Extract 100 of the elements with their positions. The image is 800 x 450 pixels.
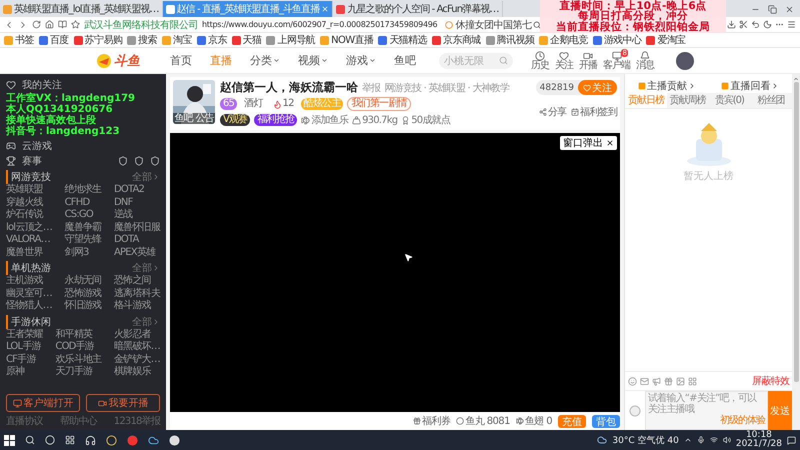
category-link[interactable]: 天刀手游 [55, 366, 102, 378]
mic-icon[interactable] [696, 436, 705, 444]
notification-icon[interactable] [787, 436, 796, 444]
category-link[interactable]: 和平精英 [55, 328, 102, 341]
home-icon[interactable] [45, 20, 54, 29]
panel-link[interactable]: 主播贡献 [638, 78, 696, 93]
browser-tab[interactable]: 九星之歌的个人空间 - AcFun弹幕视… [333, 1, 503, 17]
close-icon[interactable] [606, 139, 614, 147]
category-link[interactable]: 永劫无间 [64, 275, 102, 288]
team-logo-icon[interactable] [150, 156, 160, 166]
volume-icon[interactable] [722, 436, 731, 444]
reload-icon[interactable] [32, 20, 41, 29]
bookmark[interactable]: 搜索 [127, 33, 158, 47]
rank-tab[interactable]: 贡献日榜 [625, 93, 667, 108]
undo-icon[interactable] [751, 20, 760, 29]
grid-icon[interactable] [688, 376, 697, 386]
scrollbar-thumb[interactable] [794, 82, 798, 382]
app-icon[interactable] [148, 434, 159, 446]
network-icon[interactable] [710, 436, 718, 444]
sign-in-link[interactable]: 福利签到 [571, 105, 617, 119]
category-link[interactable]: 逆战 [114, 209, 160, 222]
menu-icon[interactable] [787, 20, 796, 29]
more-link[interactable]: 全部 [132, 314, 160, 328]
category-link[interactable]: 幽灵室可… [6, 288, 52, 300]
browser-tab[interactable]: 赵信 - 直播_英雄联盟直播_斗鱼直播 [162, 1, 334, 17]
reader-icon[interactable] [58, 20, 67, 29]
category-link[interactable]: 怪物猎人… [6, 300, 52, 312]
moon-icon[interactable] [763, 20, 772, 29]
category-link[interactable]: 绝地求生 [64, 184, 102, 196]
header-icon-button[interactable]: 历史 [531, 50, 549, 70]
client-open-button[interactable]: 客户端打开 [6, 394, 80, 412]
scroll-up-icon[interactable] [793, 76, 799, 82]
category-link[interactable]: 炉石传说 [6, 209, 52, 222]
download-icon[interactable] [727, 20, 736, 29]
url-field[interactable]: https://www.douyu.com/6002907_r=0.0008250173459809496 [202, 20, 438, 29]
category-link[interactable]: 魔兽世界 [6, 246, 52, 259]
sidebar-link[interactable]: 赛事 [22, 154, 42, 168]
category-link[interactable]: DNF [114, 196, 160, 209]
app-icon[interactable] [106, 434, 117, 446]
category-link[interactable]: 欢乐斗地主 [55, 354, 102, 366]
rank-tab[interactable]: 粉丝团 [750, 93, 792, 108]
windows-start-icon[interactable] [4, 434, 15, 446]
start-stream-button[interactable]: 我要开播 [86, 394, 160, 412]
bookmark[interactable]: NOW直播 [320, 33, 374, 47]
share-link[interactable]: 分享 [538, 105, 566, 119]
category-link[interactable]: 火影忍者 [114, 328, 160, 341]
team-logo-icon[interactable] [134, 156, 144, 166]
category-link[interactable]: 英雄联盟 [6, 184, 52, 196]
block-effects-toggle[interactable]: 屏蔽特效 [752, 374, 789, 388]
category-link[interactable]: 金铲铲大… [114, 354, 160, 366]
team-logo-icon[interactable] [118, 156, 128, 166]
category-link[interactable]: 恐怖之间 [114, 275, 160, 288]
category-link[interactable]: CS:GO [64, 209, 102, 222]
category-link[interactable]: DOTA2 [114, 184, 160, 196]
category-link[interactable]: 守望先锋 [64, 234, 102, 246]
category-link[interactable]: LOL手游 [6, 341, 43, 354]
megaphone-icon[interactable] [652, 376, 661, 386]
header-icon-button[interactable]: 消息 [636, 50, 654, 70]
report-link[interactable]: 举报 [362, 80, 380, 94]
star-icon[interactable] [71, 20, 80, 29]
category-link[interactable]: 逃离塔科夫 [114, 288, 160, 300]
category-link[interactable]: 恐怖游戏 [64, 288, 102, 300]
category-link[interactable]: 暗黑破坏… [114, 341, 160, 354]
tag-pill[interactable]: 福利抢抢 [254, 114, 298, 126]
more-link[interactable]: 全部 [132, 261, 160, 275]
category-link[interactable]: DOTA [114, 234, 160, 246]
rank-tab[interactable]: 贡献周榜 [666, 93, 708, 108]
search-icon[interactable] [533, 20, 542, 28]
category-link[interactable]: VALORA… [6, 234, 52, 246]
header-icon-button[interactable]: 开播 [579, 50, 597, 70]
browser-tab[interactable]: 英雄联盟直播_lol直播_英雄联盟视… [0, 1, 163, 17]
popout-button[interactable]: 窗口弹出 [560, 136, 617, 150]
scissors-icon[interactable] [739, 20, 748, 29]
nav-link[interactable]: 首页 [170, 53, 192, 68]
category-link[interactable]: 王者荣耀 [6, 328, 43, 341]
sidebar-item[interactable]: 云游戏 [6, 138, 160, 153]
coupon-link[interactable]: 福利券 [413, 414, 450, 428]
header-icon-button[interactable]: 关注 [555, 50, 573, 70]
bookmark[interactable]: 百度 [38, 33, 69, 47]
category-link[interactable]: 剑网3 [64, 246, 102, 259]
bookmark[interactable]: 游戏中心 [592, 33, 642, 47]
bookmark[interactable]: 苏宁易购 [74, 33, 122, 47]
mail-icon[interactable] [640, 376, 649, 386]
emoji-icon[interactable] [628, 376, 637, 386]
rank-tab[interactable]: 贵宾(0) [708, 93, 750, 108]
category-link[interactable]: 魔兽争霸 [64, 222, 102, 234]
tray-expand-icon[interactable] [684, 436, 692, 444]
task-view-icon[interactable] [65, 435, 75, 445]
gift-icon[interactable] [664, 376, 673, 386]
nav-link[interactable]: 视频 [298, 53, 328, 68]
category-link[interactable]: 怀旧游戏 [64, 300, 102, 312]
category-link[interactable]: 格斗游戏 [114, 300, 160, 312]
bookmark[interactable]: 书签 [4, 33, 34, 47]
category-link[interactable]: 主机游戏 [6, 275, 52, 288]
nav-link[interactable]: 鱼吧 [394, 53, 416, 68]
bookmark[interactable]: 京东商城 [432, 33, 481, 47]
nav-link[interactable]: 游戏 [346, 53, 376, 68]
bookmark[interactable]: 爱淘宝 [646, 33, 686, 47]
backpack-button[interactable]: 背包 [592, 414, 620, 428]
category-link[interactable]: CF手游 [6, 354, 43, 366]
